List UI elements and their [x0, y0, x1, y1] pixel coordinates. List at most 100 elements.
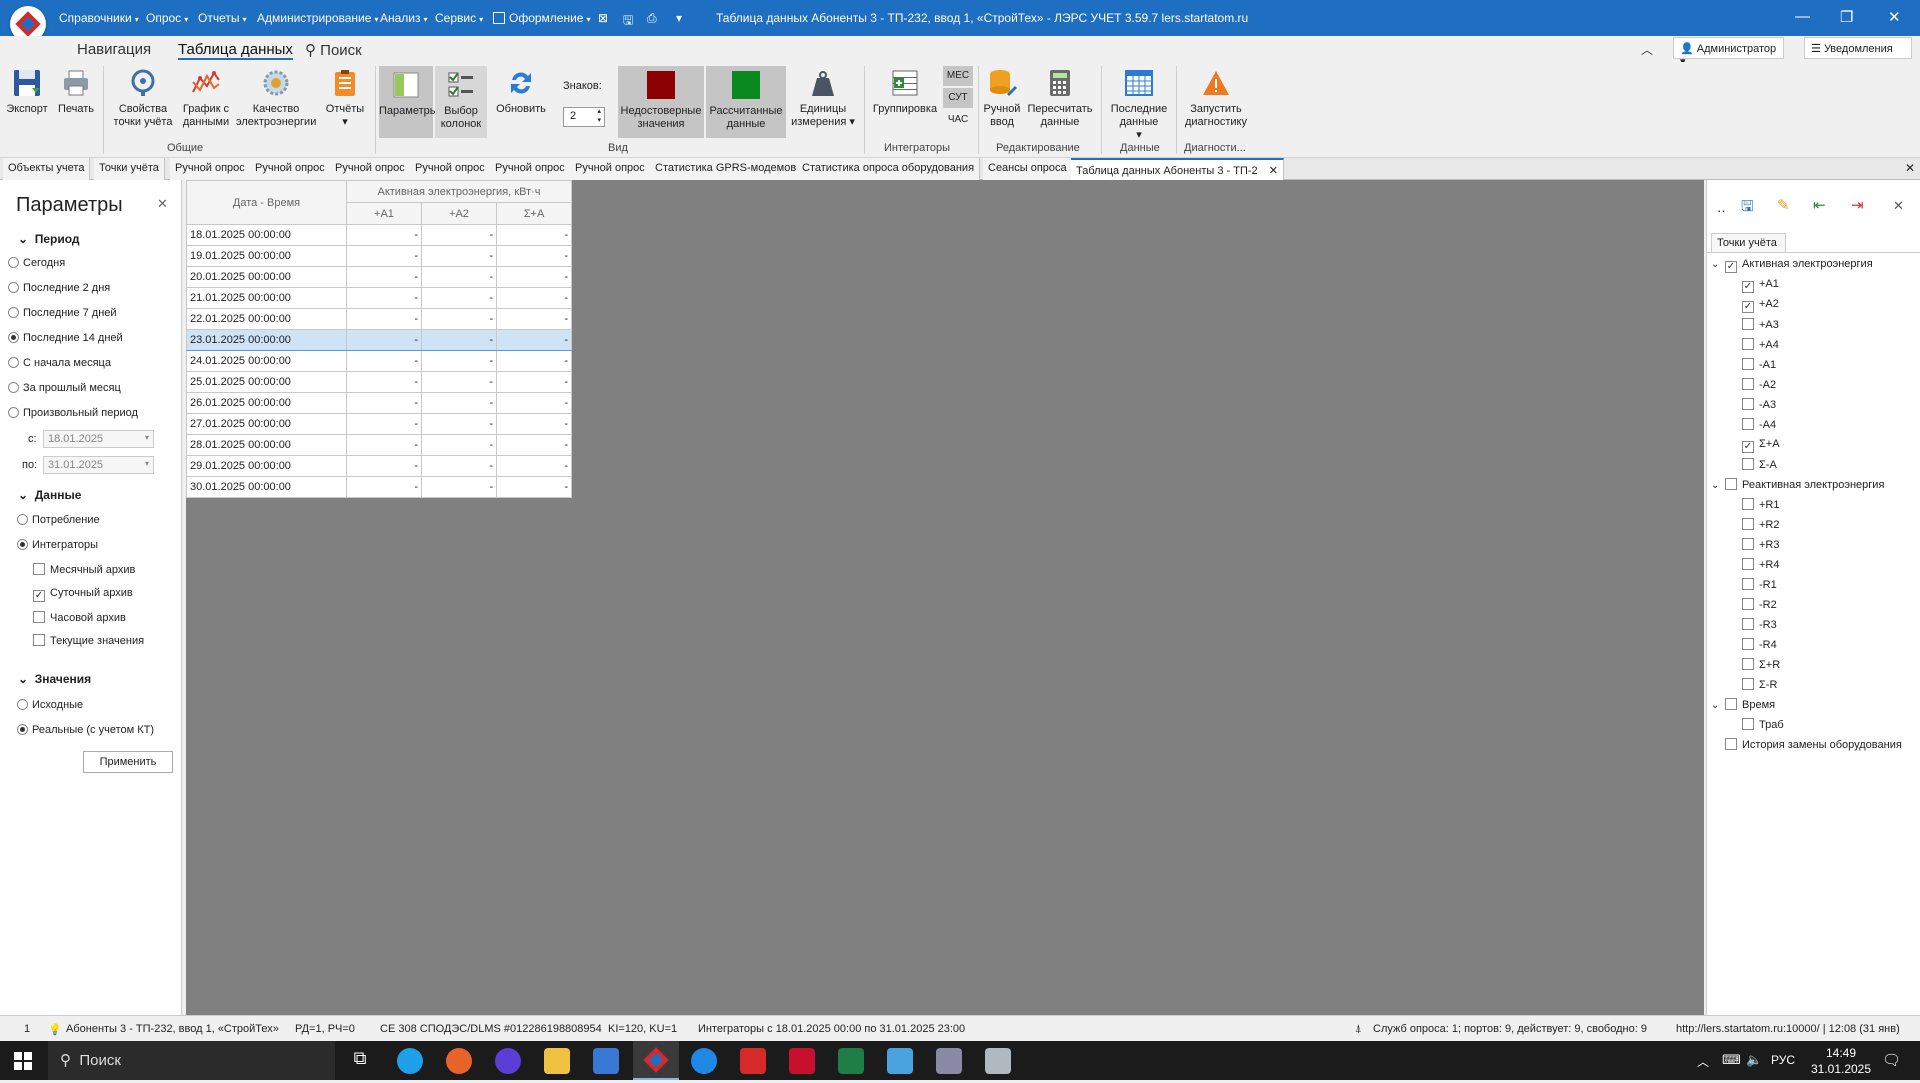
cell-value[interactable]: - [496, 371, 572, 393]
cell-datetime[interactable]: 22.01.2025 00:00:00 [186, 308, 347, 330]
tree-checkbox[interactable] [1742, 498, 1754, 510]
table-row[interactable]: 21.01.2025 00:00:00- - - [186, 287, 572, 309]
period-section-header[interactable]: ⌄ Период [18, 232, 80, 246]
to-date-field[interactable]: 31.01.2025 ▾ [43, 456, 154, 474]
cell-value[interactable]: - [346, 308, 422, 330]
more-icon[interactable]: ‥ [1717, 200, 1726, 216]
cell-value[interactable]: - [421, 413, 497, 435]
store-icon[interactable] [593, 1048, 619, 1074]
data-section-header[interactable]: ⌄ Данные [18, 488, 81, 502]
clock[interactable]: 14:49 31.01.2025 [1806, 1045, 1876, 1077]
radio-last-7-days[interactable]: Последние 7 дней [8, 307, 117, 319]
doc-tab[interactable]: Статистика GPRS-модемов [650, 158, 803, 180]
tree-checkbox[interactable] [1725, 478, 1737, 490]
column-header-date[interactable]: Дата - Время [186, 180, 347, 225]
tree-item-active[interactable]: -A2 [1742, 378, 1776, 391]
cell-value[interactable]: - [346, 434, 422, 456]
calculated-data-button[interactable]: Рассчитанные данные [706, 66, 786, 138]
tree-checkbox[interactable] [1725, 698, 1737, 710]
table-row[interactable]: 20.01.2025 00:00:00- - - [186, 266, 572, 288]
tree-checkbox[interactable] [1742, 618, 1754, 630]
tree-checkbox[interactable] [1742, 378, 1754, 390]
cell-value[interactable]: - [346, 476, 422, 498]
cell-value[interactable]: - [496, 392, 572, 414]
tree-checkbox[interactable] [1742, 658, 1754, 670]
menu-directories[interactable]: Справочники ▾ [59, 11, 139, 25]
close-panel-icon[interactable]: ✕ [1893, 198, 1904, 214]
cell-value[interactable]: - [496, 224, 572, 246]
doc-tab[interactable]: Ручной опрос [170, 158, 251, 180]
cell-value[interactable]: - [421, 350, 497, 372]
cell-value[interactable]: - [421, 308, 497, 330]
doc-tab[interactable]: Сеансы опроса [983, 158, 1073, 180]
run-diagnostics-button[interactable]: Запустить диагностику [1180, 66, 1252, 129]
cell-datetime[interactable]: 21.01.2025 00:00:00 [186, 287, 347, 309]
radio-consumption[interactable]: Потребление [17, 514, 100, 526]
manual-input-button[interactable]: Ручной ввод [981, 66, 1023, 129]
cell-value[interactable]: - [496, 455, 572, 477]
cell-value[interactable]: - [496, 287, 572, 309]
print-button[interactable]: Печать [55, 66, 97, 116]
checkbox-hourly-archive[interactable]: Часовой архив [33, 611, 126, 624]
tree-item-active[interactable]: ✓ +A2 [1742, 298, 1779, 313]
menu-poll[interactable]: Опрос ▾ [146, 11, 188, 25]
close-icon[interactable]: ✕ [1888, 8, 1901, 26]
toggle-day-button[interactable]: СУТ [943, 88, 973, 108]
minimize-icon[interactable]: — [1795, 8, 1810, 25]
tree-checkbox[interactable] [1725, 738, 1737, 750]
app-window-icon[interactable] [985, 1048, 1011, 1074]
tree-item-reactive[interactable]: Σ-R [1742, 678, 1777, 691]
cell-datetime[interactable]: 30.01.2025 00:00:00 [186, 476, 347, 498]
notepad-icon[interactable] [936, 1048, 962, 1074]
cell-datetime[interactable]: 20.01.2025 00:00:00 [186, 266, 347, 288]
table-row[interactable]: 24.01.2025 00:00:00- - - [186, 350, 572, 372]
cell-value[interactable]: - [421, 371, 497, 393]
tree-checkbox[interactable] [1742, 458, 1754, 470]
cell-value[interactable]: - [346, 329, 422, 351]
cell-value[interactable]: - [496, 434, 572, 456]
qat-save-icon[interactable]: 🖫 [623, 11, 633, 32]
from-date-field[interactable]: 18.01.2025 ▾ [43, 430, 154, 448]
windows-start-icon[interactable] [14, 1052, 32, 1073]
user-menu[interactable]: 👤 Администратор ▾ [1673, 37, 1784, 68]
tree-expand-icon[interactable]: ⇤ [1813, 196, 1826, 214]
cell-value[interactable]: - [421, 392, 497, 414]
menu-analysis[interactable]: Анализ ▾ [380, 11, 428, 25]
doc-tab[interactable]: Ручной опрос [410, 158, 491, 180]
table-row[interactable]: 18.01.2025 00:00:00- - - [186, 224, 572, 246]
remote-desktop-icon[interactable] [887, 1048, 913, 1074]
tree-checkbox[interactable]: ✓ [1725, 261, 1737, 273]
digits-spinner[interactable]: 2 ▴ ▾ [563, 107, 605, 127]
close-panel-icon[interactable]: ✕ [157, 196, 168, 212]
toggle-month-button[interactable]: МЕС [943, 66, 973, 86]
tree-item-reactive[interactable]: -R2 [1742, 598, 1777, 611]
tree-checkbox[interactable] [1742, 518, 1754, 530]
tree-checkbox[interactable] [1742, 598, 1754, 610]
cell-value[interactable]: - [421, 455, 497, 477]
toggle-hour-button[interactable]: ЧАС [943, 110, 973, 130]
qat-print-icon[interactable]: ⎙ [647, 11, 657, 26]
menu-reports[interactable]: Отчеты ▾ [198, 11, 247, 25]
notification-center-icon[interactable]: 🗨 [1882, 1051, 1901, 1069]
tree-item-active[interactable]: ✓ +A1 [1742, 278, 1779, 293]
doc-tab[interactable]: Ручной опрос [490, 158, 571, 180]
table-row[interactable]: 30.01.2025 00:00:00- - - [186, 476, 572, 498]
cell-value[interactable]: - [496, 266, 572, 288]
point-properties-button[interactable]: Свойства точки учёта [110, 66, 176, 129]
network-icon[interactable]: ⌨ [1722, 1052, 1741, 1068]
tree-node-reactive-energy[interactable]: ⌄ Реактивная электроэнергия [1711, 478, 1884, 491]
tree-checkbox[interactable] [1742, 558, 1754, 570]
unreliable-values-button[interactable]: Недостоверные значения [618, 66, 704, 138]
apply-button[interactable]: Применить [83, 751, 173, 773]
doc-tab[interactable]: Ручной опрос [330, 158, 411, 180]
edge-browser-icon[interactable] [397, 1048, 423, 1074]
cell-datetime[interactable]: 26.01.2025 00:00:00 [186, 392, 347, 414]
radio-last-2-days[interactable]: Последние 2 дня [8, 282, 110, 294]
table-row[interactable]: 29.01.2025 00:00:00- - - [186, 455, 572, 477]
chevron-down-icon[interactable]: ⌄ [1711, 259, 1725, 270]
tree-item-active[interactable]: -A4 [1742, 418, 1776, 431]
tab-metering-points[interactable]: Точки учёта [1711, 233, 1786, 253]
radio-last-14-days[interactable]: Последние 14 дней [8, 332, 123, 344]
cell-value[interactable]: - [496, 245, 572, 267]
file-explorer-icon[interactable] [544, 1048, 570, 1074]
